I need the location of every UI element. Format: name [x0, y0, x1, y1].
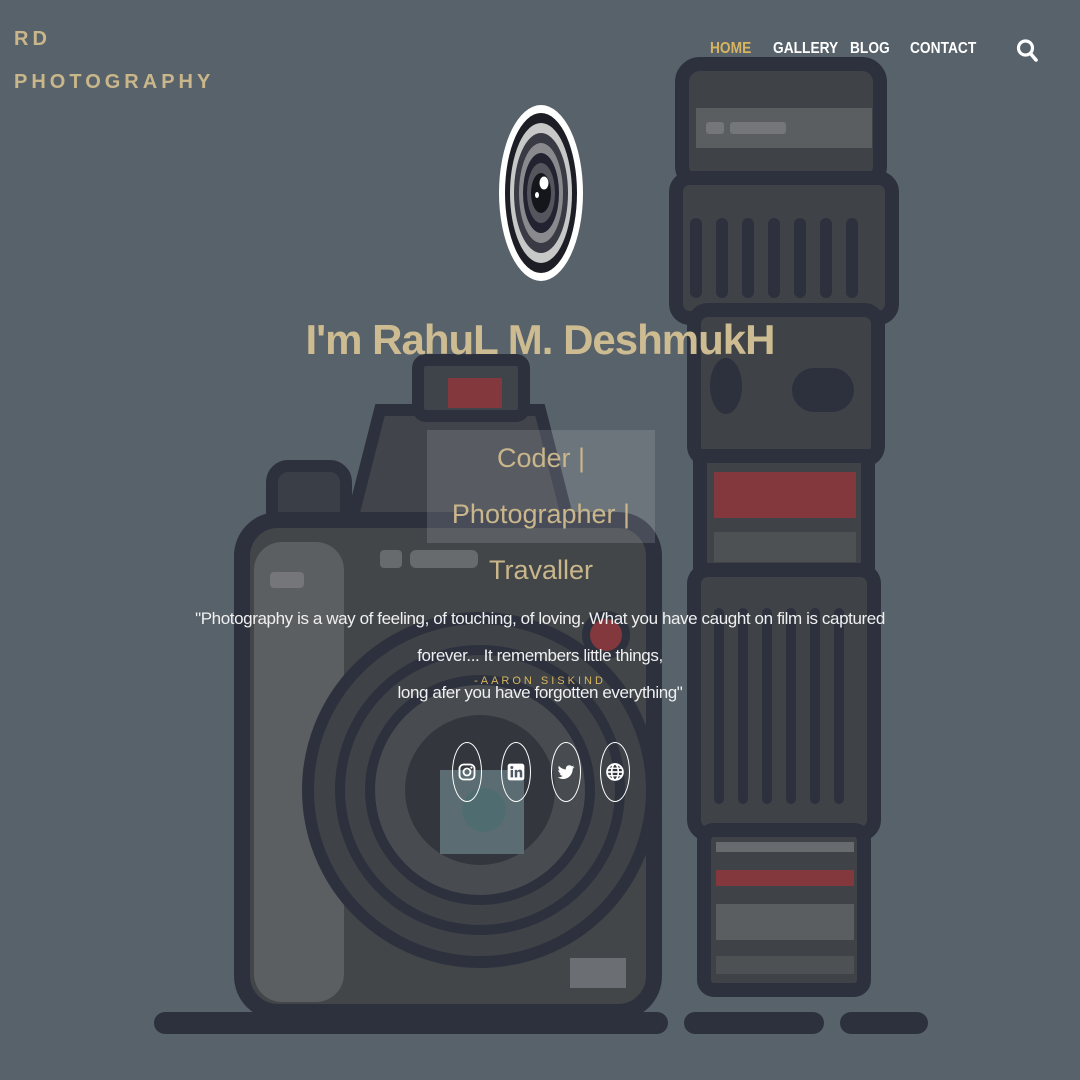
search-icon[interactable]	[1016, 38, 1040, 66]
globe-icon[interactable]	[600, 742, 630, 802]
brand-line-2: PHOTOGRAPHY	[14, 71, 215, 93]
instagram-icon[interactable]	[452, 742, 482, 802]
nav-contact[interactable]: CONTACT	[910, 40, 976, 58]
linkedin-icon[interactable]	[501, 742, 531, 802]
nav-gallery[interactable]: GALLERY	[773, 40, 838, 58]
tagline-line-1: Coder | Photographer |	[451, 443, 631, 529]
page-title: I'm RahuL M. DeshmukH	[305, 316, 776, 363]
social-links	[0, 742, 1080, 804]
quote-author: -AARON SISKIND	[474, 675, 606, 687]
nav-blog[interactable]: BLOG	[850, 40, 890, 58]
nav-home[interactable]: HOME	[710, 40, 751, 58]
tagline-box: Coder | Photographer | Travaller	[427, 430, 655, 585]
tagline-line-2: Travaller	[488, 555, 594, 585]
quote-line-1: "Photography is a way of feeling, of tou…	[195, 609, 885, 665]
camera-lens-icon	[498, 103, 584, 283]
twitter-icon[interactable]	[551, 742, 581, 802]
quote: "Photography is a way of feeling, of tou…	[190, 600, 890, 711]
main-nav: HOME GALLERY BLOG CONTACT	[0, 40, 1080, 64]
